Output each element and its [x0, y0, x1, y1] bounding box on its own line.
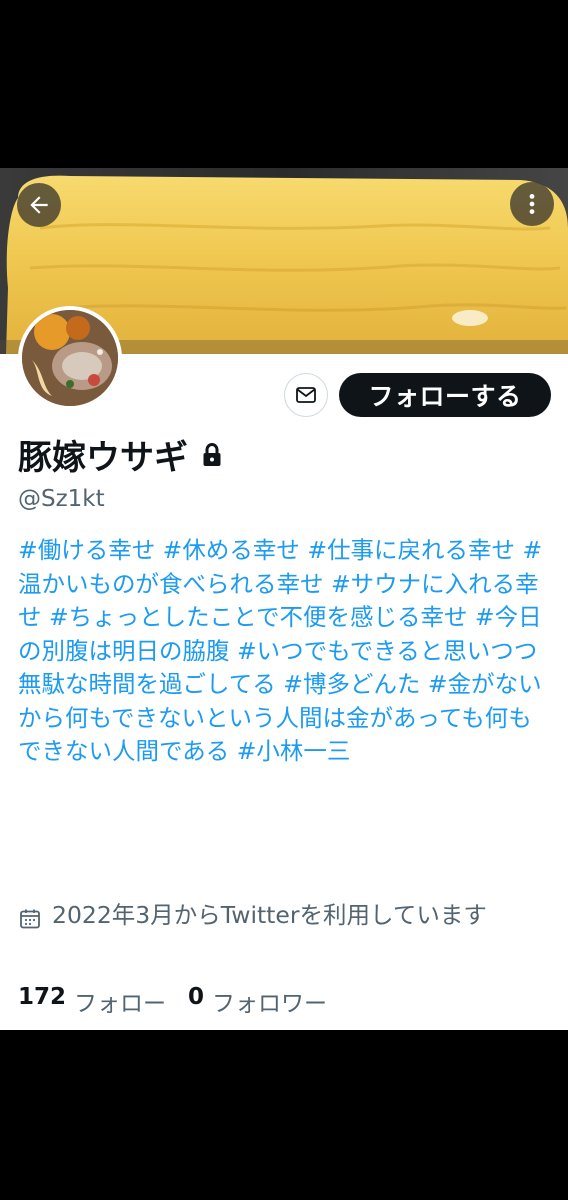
arrow-left-icon [30, 196, 48, 214]
profile-bio[interactable]: #働ける幸せ #休める幸せ #仕事に戻れる幸せ #温かいものが食べられる幸せ #… [18, 534, 546, 769]
message-button[interactable] [284, 373, 328, 417]
display-name-row: 豚嫁ウサギ [18, 430, 224, 479]
follow-button[interactable]: フォローする [339, 373, 551, 417]
join-date: 2022年3月からTwitterを利用しています [52, 901, 487, 929]
following-count: 172 [18, 984, 67, 1010]
user-handle: @Sz1kt [18, 486, 105, 512]
followers-label: フォロワー [212, 991, 328, 1017]
follow-stats: 172 フォロー 0 フォロワー [18, 984, 327, 1018]
followers-count: 0 [188, 984, 205, 1010]
screen: フォローする 豚嫁ウサギ @Sz1kt #働ける幸せ #休める幸せ #仕事に戻れ… [0, 0, 568, 1200]
calendar-icon [20, 909, 40, 929]
profile-page: フォローする 豚嫁ウサギ @Sz1kt #働ける幸せ #休める幸せ #仕事に戻れ… [0, 168, 568, 1030]
following-link[interactable]: 172 フォロー [18, 984, 166, 1018]
followers-link[interactable]: 0 フォロワー [188, 984, 327, 1018]
back-button[interactable] [17, 183, 61, 227]
avatar[interactable] [18, 306, 122, 410]
lock-icon [203, 442, 221, 466]
avatar-image [22, 310, 118, 406]
following-label: フォロー [74, 991, 167, 1017]
envelope-icon [296, 387, 316, 403]
more-vertical-icon [529, 194, 535, 214]
more-options-button[interactable] [510, 182, 554, 226]
display-name: 豚嫁ウサギ [18, 438, 188, 478]
join-date-row: 2022年3月からTwitterを利用しています [18, 898, 548, 932]
